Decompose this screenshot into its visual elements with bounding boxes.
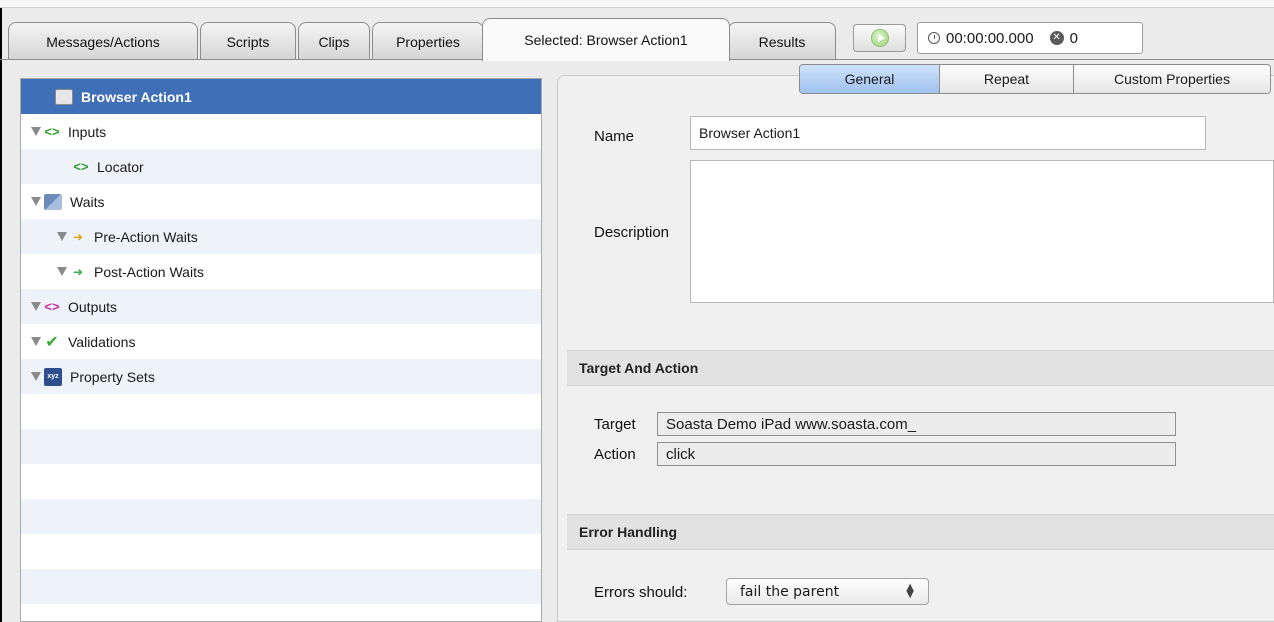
subtab-general[interactable]: General [800, 65, 940, 93]
disclosure-triangle-icon[interactable] [57, 232, 67, 241]
tree-item-label: Property Sets [70, 368, 155, 385]
tree-item-waits[interactable]: Waits [21, 184, 541, 219]
action-tree: Browser Action1 <> Inputs <> Locator Wai… [20, 78, 542, 622]
section-header-target-and-action[interactable]: Target And Action [567, 350, 1274, 386]
tree-item-label: Validations [68, 333, 136, 350]
target-field: Soasta Demo iPad www.soasta.com_ [657, 412, 1176, 436]
error-count-icon: ✕ [1049, 31, 1064, 45]
disclosure-triangle-icon[interactable] [31, 302, 41, 311]
tree-item-browser-action[interactable]: Browser Action1 [21, 79, 541, 114]
post-wait-icon: ➜ [72, 264, 84, 279]
tree-item-label: Waits [70, 193, 105, 210]
tree-item-label: Post-Action Waits [94, 263, 204, 280]
error-count: 0 [1069, 29, 1078, 47]
empty-row [21, 429, 541, 464]
empty-row [21, 534, 541, 569]
subtab-segmented-control: General Repeat Custom Properties [799, 64, 1271, 94]
name-label: Name [594, 128, 635, 145]
tree-item-label: Pre-Action Waits [94, 228, 198, 245]
tab-label: Clips [318, 33, 350, 50]
disclosure-triangle-icon[interactable] [31, 197, 41, 206]
name-field[interactable]: Browser Action1 [690, 116, 1206, 150]
subtab-label: Repeat [983, 71, 1030, 87]
tab-clips[interactable]: Clips [298, 22, 370, 60]
tab-messages-actions[interactable]: Messages/Actions [8, 22, 198, 60]
disclosure-triangle-icon[interactable] [57, 267, 67, 276]
select-arrows-icon: ▲ ▼ [906, 582, 914, 600]
tab-label: Messages/Actions [46, 33, 160, 50]
xyz-property-icon: xyz [44, 367, 62, 386]
description-label: Description [594, 224, 670, 241]
tab-label: Results [758, 33, 806, 50]
tree-item-label: Browser Action1 [81, 88, 192, 105]
disclosure-triangle-icon[interactable] [31, 127, 41, 136]
empty-row [21, 394, 541, 429]
subtab-custom-properties[interactable]: Custom Properties [1074, 65, 1270, 93]
section-header-error-handling[interactable]: Error Handling [567, 514, 1274, 550]
elapsed-time: 00:00:00.000 [946, 29, 1034, 47]
target-value: Soasta Demo iPad www.soasta.com_ [666, 415, 917, 433]
action-label: Action [594, 446, 636, 463]
tree-item-outputs[interactable]: <> Outputs [21, 289, 541, 324]
section-title: Error Handling [579, 524, 678, 540]
tree-item-locator[interactable]: <> Locator [21, 149, 541, 184]
hourglass-icon [44, 193, 62, 210]
empty-row [21, 499, 541, 534]
tree-item-post-action-waits[interactable]: ➜ Post-Action Waits [21, 254, 541, 289]
top-strip [0, 0, 1274, 8]
play-icon [870, 29, 889, 47]
subtab-label: General [844, 71, 895, 87]
empty-row [21, 464, 541, 499]
name-field-value: Browser Action1 [699, 125, 801, 141]
tree-item-inputs[interactable]: <> Inputs [21, 114, 541, 149]
errors-should-label: Errors should: [594, 584, 688, 601]
disclosure-triangle-icon[interactable] [31, 372, 41, 381]
tree-item-property-sets[interactable]: xyz Property Sets [21, 359, 541, 394]
clock-icon [928, 32, 940, 44]
tree-item-label: Outputs [68, 298, 118, 315]
action-value: click [666, 445, 696, 463]
description-field[interactable] [690, 160, 1274, 303]
disclosure-triangle-icon[interactable] [31, 337, 41, 346]
tab-results[interactable]: Results [728, 22, 836, 60]
tab-scripts[interactable]: Scripts [200, 22, 296, 60]
tree-item-label: Inputs [68, 123, 107, 140]
tree-item-validations[interactable]: ✔ Validations [21, 324, 541, 359]
timer-display: 00:00:00.000 ✕ 0 [917, 22, 1143, 54]
errors-should-select[interactable]: fail the parent ▲ ▼ [726, 578, 929, 605]
checkmark-icon: ✔ [45, 333, 59, 351]
tab-selected-browser-action[interactable]: Selected: Browser Action1 [482, 18, 730, 61]
tab-label: Properties [396, 33, 460, 50]
pre-wait-icon: ➜ [72, 229, 84, 244]
target-label: Target [594, 416, 636, 433]
tree-item-pre-action-waits[interactable]: ➜ Pre-Action Waits [21, 219, 541, 254]
tab-label: Scripts [226, 33, 270, 50]
browser-action-icon [55, 88, 73, 105]
play-button[interactable] [853, 24, 906, 52]
empty-row [21, 569, 541, 604]
tab-properties[interactable]: Properties [372, 22, 484, 60]
code-brackets-icon: <> [44, 299, 60, 314]
tab-label: Selected: Browser Action1 [524, 32, 688, 48]
tree-item-label: Locator [97, 158, 144, 175]
section-title: Target And Action [579, 360, 699, 376]
subtab-label: Custom Properties [1114, 71, 1230, 87]
code-brackets-icon: <> [73, 159, 89, 174]
subtab-repeat[interactable]: Repeat [940, 65, 1074, 93]
errors-should-value: fail the parent [740, 583, 840, 600]
code-brackets-icon: <> [44, 124, 60, 139]
action-field: click [657, 442, 1176, 466]
